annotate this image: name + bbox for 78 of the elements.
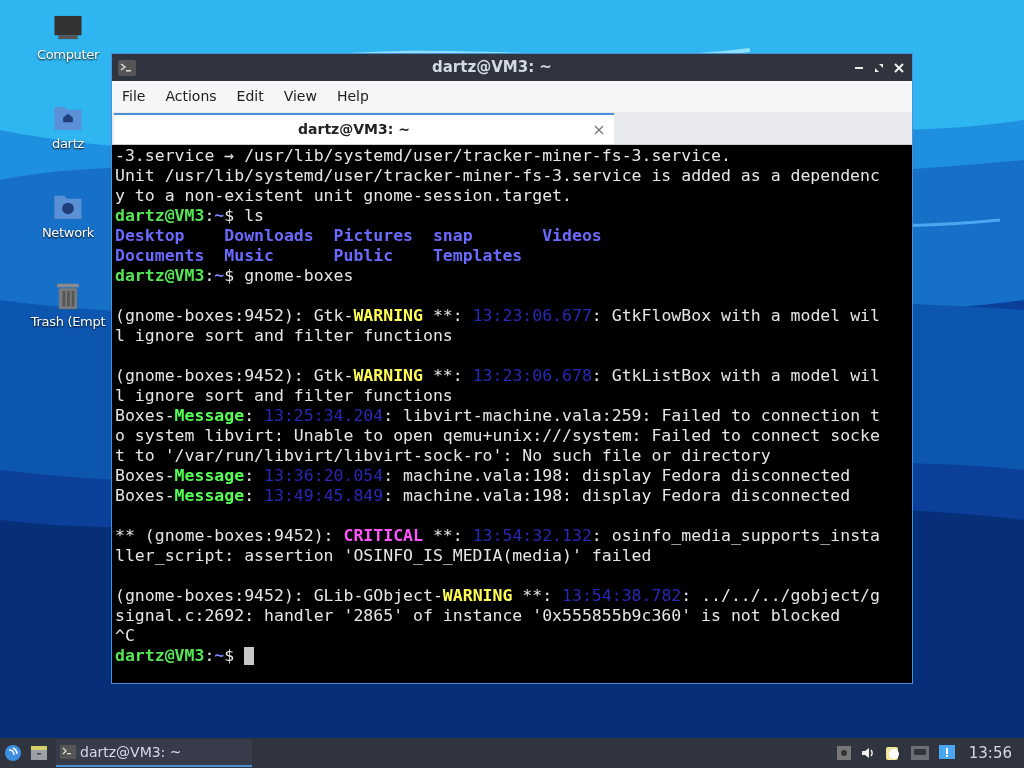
file-manager-icon[interactable]: [30, 745, 48, 761]
terminal-text: ~: [214, 206, 225, 226]
terminal-text: :: [244, 466, 256, 486]
terminal-text: : ../../../gobject/g: [681, 586, 880, 606]
start-menu-icon[interactable]: [4, 744, 22, 762]
terminal-text: signal.c:2692: handler '2865' of instance '0x555855b9c360' is not blocked: [115, 606, 841, 626]
terminal-text: Boxes-: [115, 406, 175, 426]
terminal-text: (gnome-boxes:9452): Gtk-: [115, 366, 354, 386]
terminal-text: Message: [174, 486, 245, 506]
terminal-text: 13:25:34.204: [264, 406, 384, 426]
terminal-text: : GtkFlowBox with a model wil: [591, 306, 880, 326]
terminal-text: 13:54:38.782: [562, 586, 682, 606]
terminal-text: : libvirt-machine.vala:259: Failed to connection t: [383, 406, 880, 426]
terminal-text: l ignore sort and filter functions: [115, 386, 453, 406]
terminal-text: 13:23:06.677: [472, 306, 592, 326]
notification-icon[interactable]: [938, 745, 955, 761]
terminal-text: ^C: [115, 626, 135, 646]
terminal-text: Boxes-: [115, 466, 175, 486]
speaker-icon[interactable]: [860, 746, 875, 760]
terminal-text: : machine.vala:198: display Fedora disconnected: [383, 466, 851, 486]
terminal-text: :: [204, 206, 215, 226]
terminal-text: : machine.vala:198: display Fedora disconnected: [383, 486, 851, 506]
terminal-icon: [60, 745, 76, 759]
desktop-icon-label[interactable]: Network: [41, 225, 95, 241]
terminal-text: 13:49:45.849: [264, 486, 384, 506]
terminal-text: o system libvirt: Unable to open qemu+unix:///system: Failed to connect socke: [115, 426, 880, 446]
menu-item[interactable]: File: [116, 86, 152, 107]
terminal-text: Desktop Downloads Pictures snap Videos: [115, 226, 602, 246]
terminal-text: dartz@VM3: [115, 266, 205, 286]
menu-item[interactable]: Help: [330, 86, 375, 107]
terminal-text: y to a non-existent unit gnome-session.target.: [115, 186, 572, 206]
menu-item[interactable]: Edit: [230, 86, 270, 107]
terminal-text: 13:36:20.054: [264, 466, 384, 486]
terminal-text: dartz@VM3: [115, 206, 205, 226]
terminal-text: $ gnome-boxes: [224, 266, 354, 286]
terminal-text: t to '/var/run/libvirt/libvirt-sock-ro': No such file or directory: [115, 446, 771, 466]
terminal-text: : GtkListBox with a model wil: [591, 366, 880, 386]
terminal-text: l ignore sort and filter functions: [115, 326, 453, 346]
terminal-text: $ ls: [224, 206, 265, 226]
terminal-text: $: [224, 646, 236, 666]
terminal-text: : osinfo_media_supports_insta: [591, 526, 880, 546]
terminal-text: dartz@VM3: [115, 646, 205, 666]
terminal-text: 13:23:06.678: [472, 366, 592, 386]
terminal-text: **:: [431, 366, 464, 386]
terminal-text: CRITICAL: [343, 526, 423, 546]
terminal-text: Documents Music Public Templates: [115, 246, 523, 266]
terminal-text: WARNING: [353, 306, 423, 326]
terminal-text: -3.service → /usr/lib/systemd/user/tracker-miner-fs-3.service.: [115, 146, 731, 166]
terminal-text: :: [244, 406, 256, 426]
terminal-text: :: [204, 266, 215, 286]
terminal-text: **:: [431, 526, 464, 546]
taskbar-button[interactable]: dartz@VM3: ~: [56, 739, 252, 767]
terminal-text: Unit /usr/lib/systemd/user/tracker-miner-fs-3.service is added as a dependenc: [115, 166, 880, 186]
menu-item[interactable]: Actions: [159, 86, 223, 107]
terminal-text: ** (gnome-boxes:9452):: [115, 526, 335, 546]
terminal-text: Message: [174, 406, 245, 426]
terminal-text: Message: [174, 466, 245, 486]
terminal-text: (gnome-boxes:9452): GLib-GObject-: [115, 586, 443, 606]
terminal-text: WARNING: [442, 586, 513, 606]
terminal-text: **:: [521, 586, 554, 606]
window-title: dartz@VM3: ~: [432, 57, 552, 79]
terminal-text: :: [244, 486, 256, 506]
terminal-text: WARNING: [353, 366, 423, 386]
terminal-text: ller_script: assertion 'OSINFO_IS_MEDIA(media)' failed: [115, 546, 652, 566]
terminal-text: 13:54:32.132: [472, 526, 592, 546]
terminal-text: :: [204, 646, 215, 666]
terminal-text: Boxes-: [115, 486, 175, 506]
network-icon[interactable]: [910, 746, 929, 760]
clock[interactable]: 13:56: [968, 741, 1012, 765]
terminal-text: (gnome-boxes:9452): Gtk-: [115, 306, 354, 326]
terminal-text: **:: [431, 306, 464, 326]
desktop-icon-label[interactable]: Trash (Empt: [30, 314, 106, 330]
terminal-text: ~: [214, 266, 225, 286]
maximize-icon[interactable]: [874, 62, 884, 73]
menu-item[interactable]: View: [277, 86, 323, 107]
terminal-text: ~: [214, 646, 225, 666]
terminal-tab[interactable]: dartz@VM3: ~: [114, 113, 614, 144]
terminal-icon: [118, 59, 136, 76]
